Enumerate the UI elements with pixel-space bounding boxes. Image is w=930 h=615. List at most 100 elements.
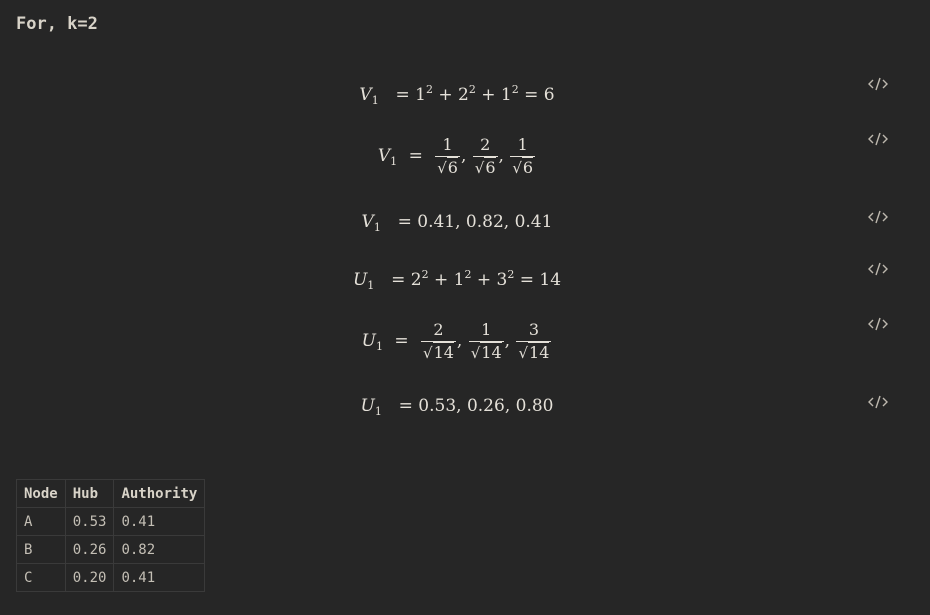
subscript: 1 xyxy=(373,221,381,234)
radicand: 14 xyxy=(480,342,502,362)
radicand: 6 xyxy=(446,157,458,177)
cell-node: B xyxy=(16,535,66,564)
numerator: 1 xyxy=(510,137,536,157)
table-row: A 0.53 0.41 xyxy=(16,507,206,536)
subscript: 1 xyxy=(375,340,383,353)
subscript: 1 xyxy=(371,94,379,107)
code-icon[interactable] xyxy=(868,395,890,409)
fraction: 2 √6 xyxy=(472,137,498,177)
cell-hub: 0.26 xyxy=(64,535,115,564)
equals-sign: = xyxy=(408,146,423,166)
equation-v1-decimal: V1 = 0.41, 0.82, 0.41 xyxy=(0,212,914,234)
cell-authority: 0.41 xyxy=(113,507,206,536)
equation-u1-sum-squares: U1 = 22 + 12 + 32 = 14 xyxy=(0,269,914,291)
exponent: 2 xyxy=(511,83,519,96)
numerator: 2 xyxy=(421,322,456,342)
sqrt-symbol: √ xyxy=(512,159,522,177)
exponent: 2 xyxy=(421,268,429,281)
cell-node: C xyxy=(16,563,66,592)
sqrt-symbol: √ xyxy=(423,344,433,362)
var-u: U xyxy=(361,331,376,351)
exponent: 2 xyxy=(464,268,472,281)
fraction: 1 √6 xyxy=(510,137,536,177)
sqrt-symbol: √ xyxy=(437,159,447,177)
column-header-node: Node xyxy=(16,479,66,508)
code-icon xyxy=(868,262,888,276)
numerator: 1 xyxy=(468,322,504,342)
sqrt-symbol: √ xyxy=(470,344,481,362)
term: = 6 xyxy=(524,85,555,105)
denominator: √6 xyxy=(510,157,535,177)
exponent: 2 xyxy=(507,268,515,281)
denominator: √14 xyxy=(469,342,504,362)
sqrt-symbol: √ xyxy=(518,344,529,362)
code-icon xyxy=(868,77,888,91)
denominator: √6 xyxy=(435,157,460,177)
radicand: 14 xyxy=(528,342,550,362)
radicand: 6 xyxy=(521,157,534,177)
code-icon xyxy=(868,317,888,331)
equation-u1-normalized-fractions: U1 = 2 √14 , 1 √14 , 3 √14 xyxy=(0,322,914,362)
term: + 1 xyxy=(481,85,512,105)
equation-v1-sum-squares: V1 = 12 + 22 + 12 = 6 xyxy=(0,84,914,106)
term: = 14 xyxy=(519,270,562,290)
code-icon[interactable] xyxy=(868,77,890,91)
cell-hub: 0.53 xyxy=(64,507,115,536)
equals-sign: = xyxy=(394,331,409,351)
numerator: 2 xyxy=(472,137,498,157)
code-icon[interactable] xyxy=(868,262,890,276)
code-icon xyxy=(868,210,888,224)
equation-v1-normalized-fractions: V1 = 1 √6 , 2 √6 , 1 √6 xyxy=(0,137,914,177)
code-icon xyxy=(868,132,888,146)
term: + 1 xyxy=(433,270,465,290)
table-header-row: Node Hub Authority xyxy=(16,479,206,508)
term: + 3 xyxy=(476,270,508,290)
term: + 2 xyxy=(438,85,469,105)
numerator: 1 xyxy=(435,137,460,157)
rhs-values: = 0.41, 0.82, 0.41 xyxy=(397,212,553,232)
fraction: 1 √6 xyxy=(435,137,460,177)
column-header-hub: Hub xyxy=(64,479,115,508)
fraction: 2 √14 xyxy=(421,322,456,362)
var-u: U xyxy=(360,396,375,416)
code-icon[interactable] xyxy=(868,210,890,224)
column-header-authority: Authority xyxy=(113,479,206,508)
var-v: V xyxy=(359,85,372,105)
cell-authority: 0.41 xyxy=(113,563,206,592)
cell-authority: 0.82 xyxy=(113,535,206,564)
cell-node: A xyxy=(16,507,66,536)
exponent: 2 xyxy=(468,83,476,96)
cell-hub: 0.20 xyxy=(64,563,115,592)
code-icon[interactable] xyxy=(868,317,890,331)
table-row: B 0.26 0.82 xyxy=(16,535,206,564)
subscript: 1 xyxy=(374,405,382,418)
section-heading: For, k=2 xyxy=(16,14,98,34)
sqrt-symbol: √ xyxy=(474,159,485,177)
code-icon[interactable] xyxy=(868,132,890,146)
term: = 1 xyxy=(395,85,426,105)
radicand: 14 xyxy=(432,342,454,362)
denominator: √14 xyxy=(516,342,551,362)
term: = 2 xyxy=(391,270,422,290)
var-v: V xyxy=(361,212,374,232)
subscript: 1 xyxy=(367,279,375,292)
exponent: 2 xyxy=(425,83,433,96)
comma: , xyxy=(456,331,463,351)
denominator: √14 xyxy=(421,342,456,362)
var-v: V xyxy=(377,146,391,166)
denominator: √6 xyxy=(473,157,498,177)
numerator: 3 xyxy=(516,322,552,342)
subscript: 1 xyxy=(390,155,398,168)
fraction: 1 √14 xyxy=(468,322,504,362)
equation-u1-decimal: U1 = 0.53, 0.26, 0.80 xyxy=(0,396,914,418)
hub-authority-table: Node Hub Authority A 0.53 0.41 B 0.26 0.… xyxy=(16,479,206,592)
rhs-values: = 0.53, 0.26, 0.80 xyxy=(398,396,554,416)
radicand: 6 xyxy=(484,157,496,177)
fraction: 3 √14 xyxy=(516,322,552,362)
code-icon xyxy=(868,395,888,409)
comma: , xyxy=(460,146,467,166)
var-u: U xyxy=(352,270,368,290)
table-row: C 0.20 0.41 xyxy=(16,563,206,592)
comma: , xyxy=(504,331,511,351)
comma: , xyxy=(498,146,504,166)
